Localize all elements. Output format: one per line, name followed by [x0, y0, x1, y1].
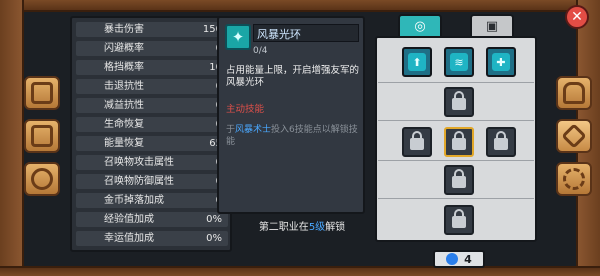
stat-row: 格挡概率 10: [76, 60, 228, 75]
stat-label: 能量恢复: [104, 138, 144, 149]
stat-row: 经验值加成 0%: [76, 212, 228, 227]
skill-points-value: 4: [464, 252, 472, 266]
stat-label: 召唤物攻击属性: [104, 157, 174, 168]
skill-points-counter: 4: [433, 250, 485, 268]
helmet-icon: [563, 82, 585, 104]
tree-divider: [378, 198, 534, 199]
tree-divider: [378, 160, 534, 161]
unlock-prefix: 第二职业在: [258, 222, 309, 233]
tab-equipment[interactable]: [556, 76, 592, 110]
tab-team[interactable]: [24, 162, 60, 196]
skill-slot-wind-blade[interactable]: ≋: [444, 47, 474, 77]
storm-bolt-icon: ⬆: [408, 53, 426, 71]
lock-icon: [452, 91, 466, 110]
tab-settings[interactable]: [556, 162, 592, 196]
stat-label: 暴击伤害: [104, 24, 144, 35]
skill-slot-locked[interactable]: [444, 205, 474, 235]
close-icon: ✕: [571, 9, 583, 25]
skill-slot-storm-aura-selected[interactable]: [444, 127, 474, 157]
requirement-class: 风暴术士: [235, 125, 272, 135]
skill-slot-heal[interactable]: ✚: [486, 47, 516, 77]
stat-label: 格挡概率: [104, 62, 144, 73]
skill-title: 风暴光环: [257, 28, 301, 41]
skills-icon: [561, 123, 587, 149]
stat-label: 金币掉落加成: [104, 195, 164, 206]
tab-codex[interactable]: [24, 76, 60, 110]
stat-row: 金币掉落加成 0: [76, 193, 228, 208]
lock-icon: [410, 131, 424, 150]
frame-bottom: [0, 266, 600, 276]
tree-divider: [378, 82, 534, 83]
team-icon: [31, 168, 53, 190]
lock-icon: [452, 169, 466, 188]
skill-description: 占用能量上限，开启增强友军的风暴光环: [226, 65, 360, 88]
stat-label: 幸运值加成: [104, 233, 154, 244]
settings-icon: [563, 168, 585, 190]
stats-panel: 暴击伤害 150 闪避概率 0 格挡概率 10 击退抗性 0 减益抗性 0 生命…: [70, 16, 232, 252]
second-class-unlock-note: 第二职业在5级解锁: [232, 218, 372, 233]
skill-slot-locked[interactable]: [402, 127, 432, 157]
book-icon: [31, 82, 53, 104]
heal-icon: ✚: [492, 53, 510, 71]
lock-icon: [452, 209, 466, 228]
tab-skill-tree-2[interactable]: ▣: [470, 14, 514, 38]
skill-slot-locked[interactable]: [486, 127, 516, 157]
stat-row: 召唤物攻击属性 0: [76, 155, 228, 170]
backpack-icon: [31, 125, 53, 147]
skill-tooltip: ✦ 风暴光环 0/4 占用能量上限，开启增强友军的风暴光环 主动技能 于风暴术士…: [217, 16, 365, 214]
stat-row: 闪避概率 0: [76, 41, 228, 56]
skill-level: 0/4: [253, 46, 268, 56]
unlock-level: 5级: [308, 222, 326, 233]
stat-label: 生命恢复: [104, 119, 144, 130]
frame-top: [0, 0, 600, 12]
tab-inventory[interactable]: [24, 119, 60, 153]
stat-row: 暴击伤害 150: [76, 22, 228, 37]
skill-type: 主动技能: [226, 104, 265, 115]
stat-label: 闪避概率: [104, 43, 144, 54]
requirement-prefix: 于: [226, 125, 236, 135]
stat-row: 幸运值加成 0%: [76, 231, 228, 246]
stat-row: 生命恢复 0: [76, 117, 228, 132]
lock-icon: [452, 131, 466, 150]
stat-value: 0%: [206, 233, 222, 244]
swirl-icon: ◎: [414, 18, 426, 34]
skill-slot-storm-bolt[interactable]: ⬆: [402, 47, 432, 77]
stat-row: 召唤物防御属性 0: [76, 174, 228, 189]
tree-divider: [378, 120, 534, 121]
skill-point-icon: [446, 253, 459, 265]
stat-label: 经验值加成: [104, 214, 154, 225]
close-button[interactable]: ✕: [565, 5, 589, 29]
lock-icon: [494, 131, 508, 150]
skill-requirement: 于风暴术士投入6技能点以解锁技能: [226, 124, 362, 148]
wind-blade-icon: ≋: [450, 53, 468, 71]
stat-row: 击退抗性 0: [76, 79, 228, 94]
stat-row: 减益抗性 0: [76, 98, 228, 113]
frame-left: [0, 0, 24, 276]
stat-label: 减益抗性: [104, 100, 144, 111]
stat-label: 击退抗性: [104, 81, 144, 92]
skill-slot-locked[interactable]: [444, 165, 474, 195]
stat-row: 能量恢复 65: [76, 136, 228, 151]
tab-skill-tree-1[interactable]: ◎: [398, 14, 442, 38]
cart-icon: ▣: [485, 18, 499, 34]
stat-value: 0%: [206, 214, 222, 225]
storm-aura-icon: ✦: [225, 24, 251, 50]
tab-skills[interactable]: [556, 119, 592, 153]
unlock-suffix: 解锁: [325, 222, 346, 233]
skill-slot-locked[interactable]: [444, 87, 474, 117]
stat-label: 召唤物防御属性: [104, 176, 174, 187]
